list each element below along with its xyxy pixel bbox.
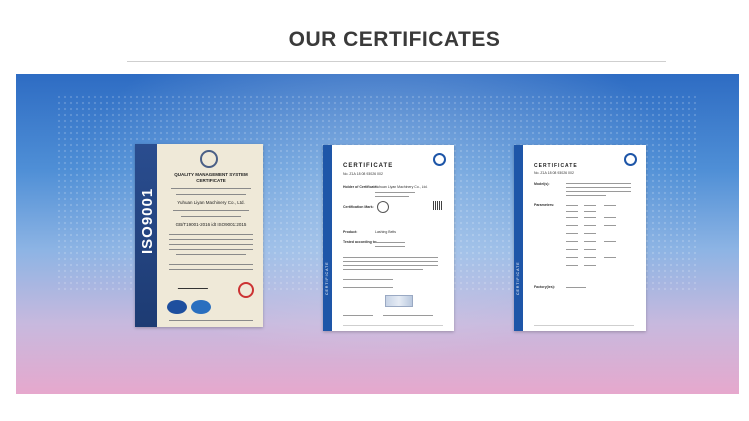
certificate-number: No. Z1A 18 08 93026 002 xyxy=(534,171,574,175)
iso-heading: QUALITY MANAGEMENT SYSTEM xyxy=(174,172,248,177)
iso-9001-certificate[interactable]: ISO9001 QUALITY MANAGEMENT SYSTEM CERTIF… xyxy=(135,144,263,327)
iso-company: Yuhuan Liyan Machinery Co., Ltd. xyxy=(177,200,245,205)
factory-label: Factory(ies): xyxy=(534,285,556,289)
qr-code-icon xyxy=(433,201,442,210)
product-value: Lashing Belts xyxy=(375,230,397,234)
iso-subheading: CERTIFICATE xyxy=(196,178,226,183)
holder-label: Holder of Certificate: xyxy=(343,185,378,189)
tuv-certificate-2[interactable]: CERTIFICATE CERTIFICATE No. Z1A 18 08 93… xyxy=(514,145,646,331)
hologram-seal xyxy=(385,295,413,307)
signature xyxy=(177,282,211,289)
models-label: Model(s): xyxy=(534,182,550,186)
section-title: OUR CERTIFICATES xyxy=(288,28,501,51)
tuv-mark-icon xyxy=(377,201,389,213)
certificate-heading: CERTIFICATE xyxy=(343,163,394,169)
red-stamp-icon xyxy=(238,282,254,298)
iso-side-text: ISO9001 xyxy=(139,187,156,254)
product-label: Product: xyxy=(343,230,358,234)
tuv-logo-icon xyxy=(624,153,637,166)
certificate-number: No. Z1A 18 08 93026 002 xyxy=(343,172,383,176)
mark-label: Certification Mark: xyxy=(343,205,374,209)
cnas-logo-icon xyxy=(191,300,211,314)
holder-value: Yuhuan Liyan Machinery Co., Ltd. xyxy=(375,185,428,189)
certificates-banner: ISO9001 QUALITY MANAGEMENT SYSTEM CERTIF… xyxy=(16,74,739,394)
parameters-label: Parameters: xyxy=(534,203,555,207)
certificate-heading: CERTIFICATE xyxy=(534,163,578,169)
certification-seal-icon xyxy=(200,150,218,168)
tuv-certificate-1[interactable]: CERTIFICATE CERTIFICATE No. Z1A 18 08 93… xyxy=(323,145,454,331)
iso-standard: GB/T19001-2016 idt ISO9001:2015 xyxy=(175,222,247,227)
tuv-logo-icon xyxy=(433,153,446,166)
iaf-logo-icon xyxy=(167,300,187,314)
title-divider xyxy=(127,61,666,62)
tested-label: Tested according to: xyxy=(343,240,378,244)
iso-sidebar: ISO9001 xyxy=(135,144,157,327)
